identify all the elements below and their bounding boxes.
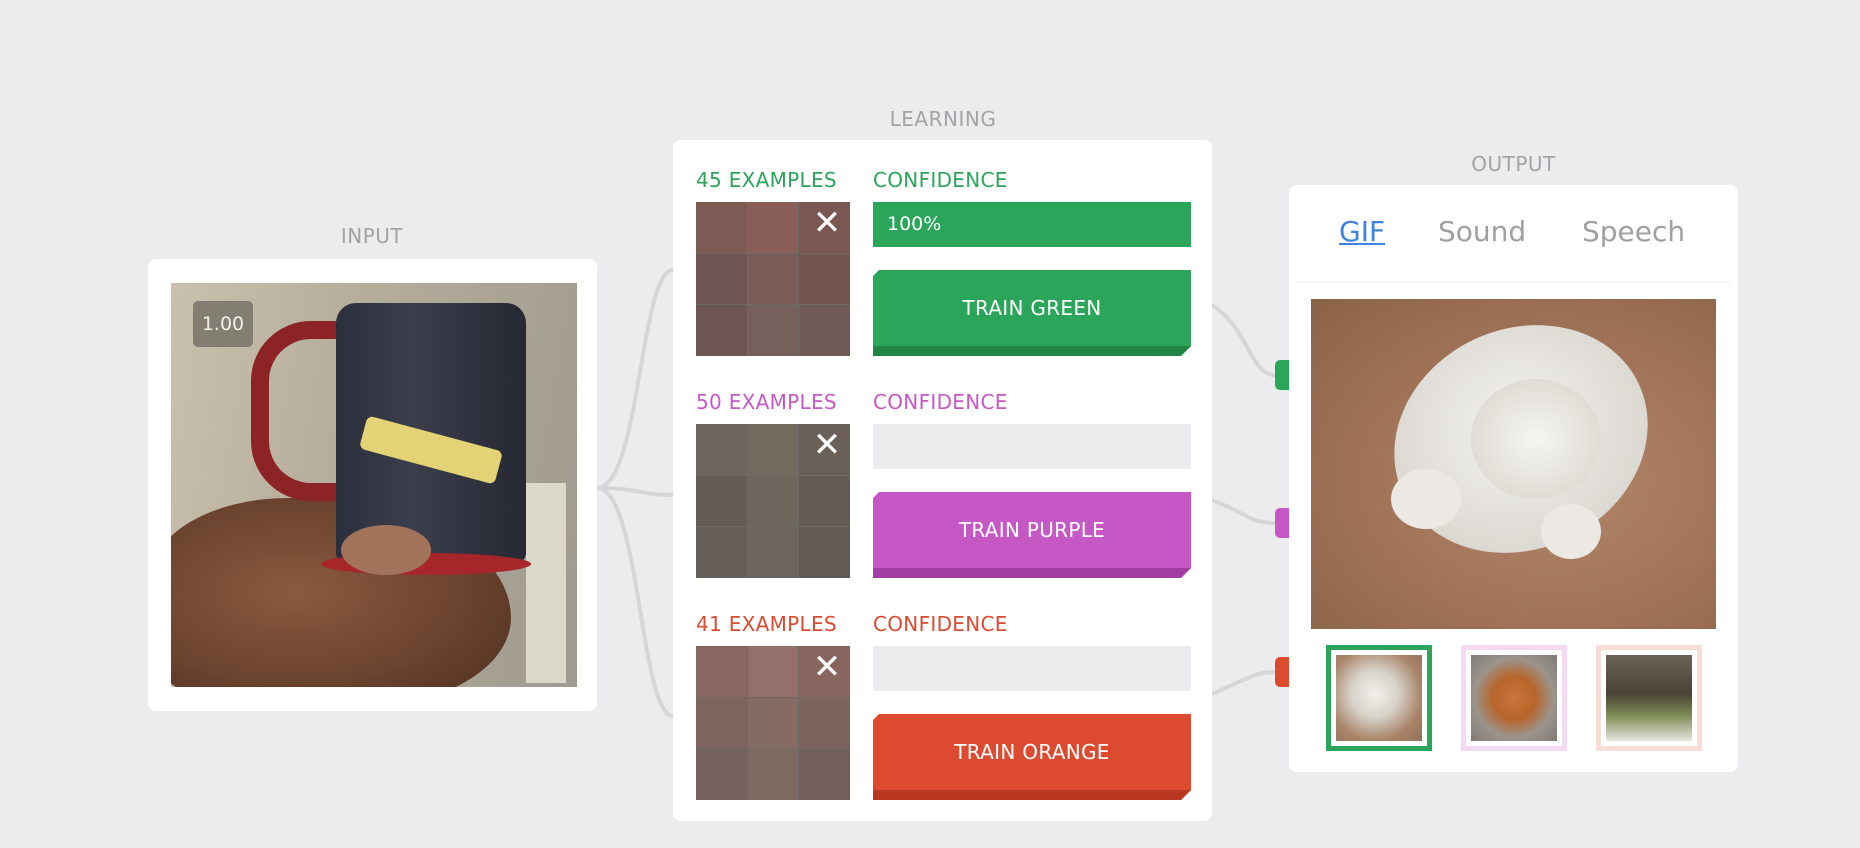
tab-gif[interactable]: GIF (1339, 215, 1385, 248)
input-panel: 1.00 (148, 259, 597, 711)
tab-sound[interactable]: Sound (1438, 215, 1526, 248)
train-orange-button[interactable]: TRAIN ORANGE (873, 714, 1191, 800)
confidence-label: CONFIDENCE (873, 168, 1008, 192)
examples-count: 41 EXAMPLES (696, 612, 837, 636)
output-port-orange (1275, 657, 1289, 687)
output-title: OUTPUT (1471, 152, 1556, 176)
output-port-purple (1275, 508, 1289, 538)
tabs-divider (1297, 282, 1730, 283)
class-row-purple: 50 EXAMPLES CONFIDENCE ✕ TRAIN PURPLE (696, 390, 1191, 590)
tab-speech[interactable]: Speech (1582, 215, 1685, 248)
learning-panel: 45 EXAMPLES CONFIDENCE ✕ 100% TRAIN GREE… (673, 140, 1212, 821)
output-panel: GIF Sound Speech (1289, 185, 1738, 772)
class-row-orange: 41 EXAMPLES CONFIDENCE ✕ TRAIN ORANGE (696, 612, 1191, 812)
webcam-feed: 1.00 (171, 283, 577, 687)
train-purple-button[interactable]: TRAIN PURPLE (873, 492, 1191, 578)
confidence-bar (873, 424, 1191, 469)
learning-title: LEARNING (889, 107, 997, 131)
clear-examples-icon[interactable]: ✕ (810, 428, 844, 464)
clear-examples-icon[interactable]: ✕ (810, 206, 844, 242)
gif-thumb-bunny[interactable] (1596, 645, 1702, 751)
gif-thumb-dog[interactable] (1461, 645, 1567, 751)
output-port-green (1275, 360, 1289, 390)
input-title: INPUT (340, 224, 404, 248)
confidence-bar (873, 646, 1191, 691)
class-row-green: 45 EXAMPLES CONFIDENCE ✕ 100% TRAIN GREE… (696, 168, 1191, 368)
output-tabs: GIF Sound Speech (1289, 185, 1738, 283)
clear-examples-icon[interactable]: ✕ (810, 650, 844, 686)
gif-preview (1311, 299, 1716, 629)
examples-count: 45 EXAMPLES (696, 168, 837, 192)
examples-count: 50 EXAMPLES (696, 390, 837, 414)
confidence-label: CONFIDENCE (873, 612, 1008, 636)
confidence-label: CONFIDENCE (873, 390, 1008, 414)
confidence-bar: 100% (873, 202, 1191, 247)
train-green-button[interactable]: TRAIN GREEN (873, 270, 1191, 356)
input-value-badge: 1.00 (193, 301, 253, 347)
confidence-value: 100% (887, 213, 942, 235)
gif-thumb-cat[interactable] (1326, 645, 1432, 751)
